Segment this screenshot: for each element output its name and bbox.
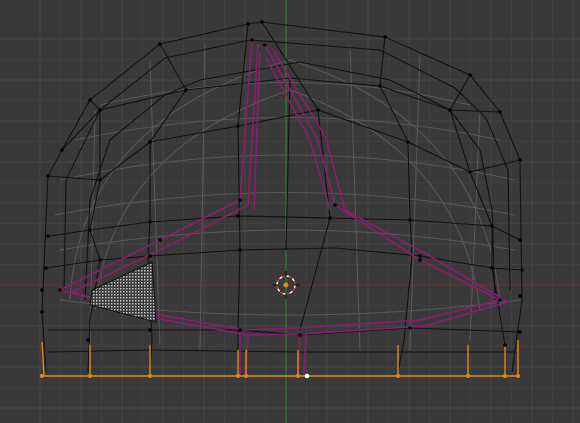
vertex[interactable] xyxy=(148,328,152,332)
vertex[interactable] xyxy=(184,88,188,92)
vertex[interactable] xyxy=(503,343,507,347)
vertex[interactable] xyxy=(98,258,102,262)
vertex[interactable] xyxy=(58,288,62,292)
selected-vertex[interactable] xyxy=(88,374,92,378)
selected-vertex[interactable] xyxy=(503,374,507,378)
vertex[interactable] xyxy=(408,218,412,222)
selected-edge-loop[interactable] xyxy=(41,340,519,377)
vertex[interactable] xyxy=(520,268,524,272)
vertex[interactable] xyxy=(518,330,522,334)
3d-cursor-icon[interactable] xyxy=(272,271,300,299)
vertex[interactable] xyxy=(498,110,502,114)
vertex[interactable] xyxy=(263,43,267,47)
vertex[interactable] xyxy=(246,22,250,26)
selected-vertex[interactable] xyxy=(244,374,248,378)
vertex[interactable] xyxy=(468,170,472,174)
vertex[interactable] xyxy=(448,108,452,112)
selected-vertex[interactable] xyxy=(516,374,520,378)
vertex[interactable] xyxy=(418,258,422,262)
selected-vertex[interactable] xyxy=(396,374,400,378)
vertex[interactable] xyxy=(98,178,102,182)
vertex[interactable] xyxy=(490,224,494,228)
vertex[interactable] xyxy=(298,333,302,337)
selected-face[interactable] xyxy=(89,261,157,323)
vertex[interactable] xyxy=(498,298,502,302)
vertex[interactable] xyxy=(490,266,494,270)
vertex[interactable] xyxy=(40,288,44,292)
vertex[interactable] xyxy=(148,140,152,144)
viewport-canvas[interactable] xyxy=(0,0,580,423)
vertex[interactable] xyxy=(333,203,337,207)
vertex[interactable] xyxy=(518,238,522,242)
vertex[interactable] xyxy=(158,42,162,46)
vertex[interactable] xyxy=(518,158,522,162)
vertex[interactable] xyxy=(316,108,320,112)
vertex[interactable] xyxy=(328,216,332,220)
active-vertex[interactable] xyxy=(304,373,310,379)
vertex[interactable] xyxy=(468,73,472,77)
selected-vertex[interactable] xyxy=(236,374,240,378)
vertex[interactable] xyxy=(260,20,264,24)
vertex[interactable] xyxy=(518,294,522,298)
vertex[interactable] xyxy=(383,35,387,39)
vertex[interactable] xyxy=(408,326,412,330)
vertex[interactable] xyxy=(378,84,382,88)
vertex[interactable] xyxy=(46,174,50,178)
vertex[interactable] xyxy=(250,38,254,42)
selected-vertex[interactable] xyxy=(466,374,470,378)
selected-vertex[interactable] xyxy=(296,374,300,378)
selected-vertex[interactable] xyxy=(148,374,152,378)
vertex[interactable] xyxy=(40,310,44,314)
vertex[interactable] xyxy=(406,140,410,144)
selected-vertex[interactable] xyxy=(40,374,44,378)
vertex[interactable] xyxy=(158,238,162,242)
vertex[interactable] xyxy=(236,214,240,218)
vertex[interactable] xyxy=(46,234,50,238)
vertex[interactable] xyxy=(236,124,240,128)
3d-viewport[interactable] xyxy=(0,0,580,423)
vertex[interactable] xyxy=(238,248,242,252)
vertex[interactable] xyxy=(88,98,92,102)
vertex[interactable] xyxy=(148,254,152,258)
vertex[interactable] xyxy=(238,328,242,332)
vertex[interactable] xyxy=(86,338,90,342)
vertex[interactable] xyxy=(88,228,92,232)
vertex[interactable] xyxy=(418,254,422,258)
vertex[interactable] xyxy=(60,148,64,152)
vertex[interactable] xyxy=(148,220,152,224)
vertex[interactable] xyxy=(44,266,48,270)
vertex[interactable] xyxy=(238,198,242,202)
vertex[interactable] xyxy=(98,108,102,112)
